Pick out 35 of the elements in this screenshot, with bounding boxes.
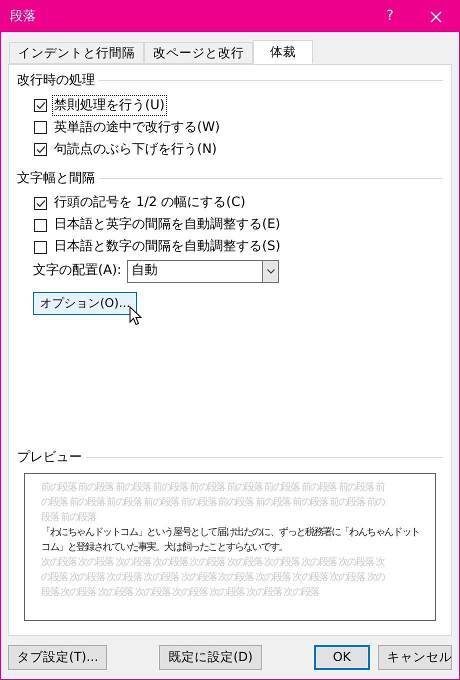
check-icon <box>36 145 46 154</box>
checkbox-label: 英単語の途中で改行する(W) <box>53 118 221 137</box>
section-heading: 改行時の処理 <box>17 72 95 90</box>
mouse-pointer-icon <box>129 306 142 326</box>
checkbox-label: 禁則処理を行う(U) <box>53 96 166 116</box>
check-icon <box>36 198 46 208</box>
check-icon <box>36 101 46 110</box>
window-title: 段落 <box>10 8 37 26</box>
section-heading: プレビュー <box>17 448 82 466</box>
checkbox-label: 句読点のぶら下げを行う(N) <box>53 140 218 159</box>
checkbox[interactable] <box>34 99 47 112</box>
checkbox[interactable] <box>34 240 47 254</box>
tab[interactable]: 体裁 <box>253 40 313 64</box>
checkbox-label: 日本語と英字の間隔を自動調整する(E) <box>53 216 282 234</box>
sample-text-line: コム」と登録されていた事実。犬は飼ったことすらないです。 <box>41 540 288 555</box>
tab[interactable]: 改ページと改行 <box>144 42 253 64</box>
tab[interactable]: インデントと行間隔 <box>9 42 144 64</box>
options-button[interactable]: オプション(O)... <box>33 292 138 314</box>
checkbox[interactable] <box>34 121 47 134</box>
section-heading: 文字幅と間隔 <box>17 170 95 188</box>
sample-text-line: 「わにちゃんドットコム」という屋号として届け出たのに、ずっと税務署に「わんちゃんドット <box>41 526 420 540</box>
dialog-button[interactable]: キャンセル <box>378 645 452 670</box>
alignment-dropdown[interactable]: 自動 <box>127 260 280 282</box>
dialog-button[interactable]: タブ設定(T)... <box>8 645 108 670</box>
checkbox[interactable] <box>34 143 47 156</box>
checkbox-label: 行頭の記号を 1/2 の幅にする(C) <box>53 194 246 212</box>
chevron-down-icon <box>266 268 275 274</box>
dialog-button[interactable]: OK <box>314 645 370 670</box>
checkbox-label: 日本語と数字の間隔を自動調整する(S) <box>53 238 282 256</box>
close-icon <box>430 10 442 22</box>
help-button[interactable]: ? <box>367 1 413 32</box>
checkbox[interactable] <box>34 218 47 232</box>
checkbox[interactable] <box>34 196 47 210</box>
dialog-button[interactable]: 既定に設定(D) <box>159 645 262 670</box>
alignment-label: 文字の配置(A): <box>33 262 122 280</box>
